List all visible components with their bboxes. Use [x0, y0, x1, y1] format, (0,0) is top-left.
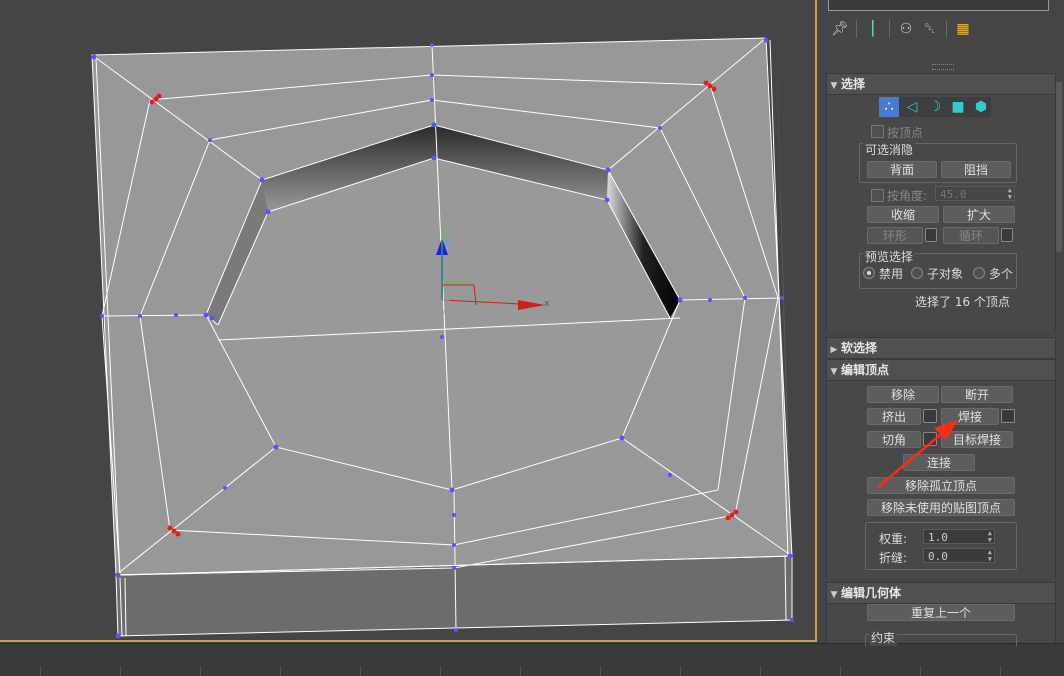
annotation-arrow	[877, 420, 958, 488]
